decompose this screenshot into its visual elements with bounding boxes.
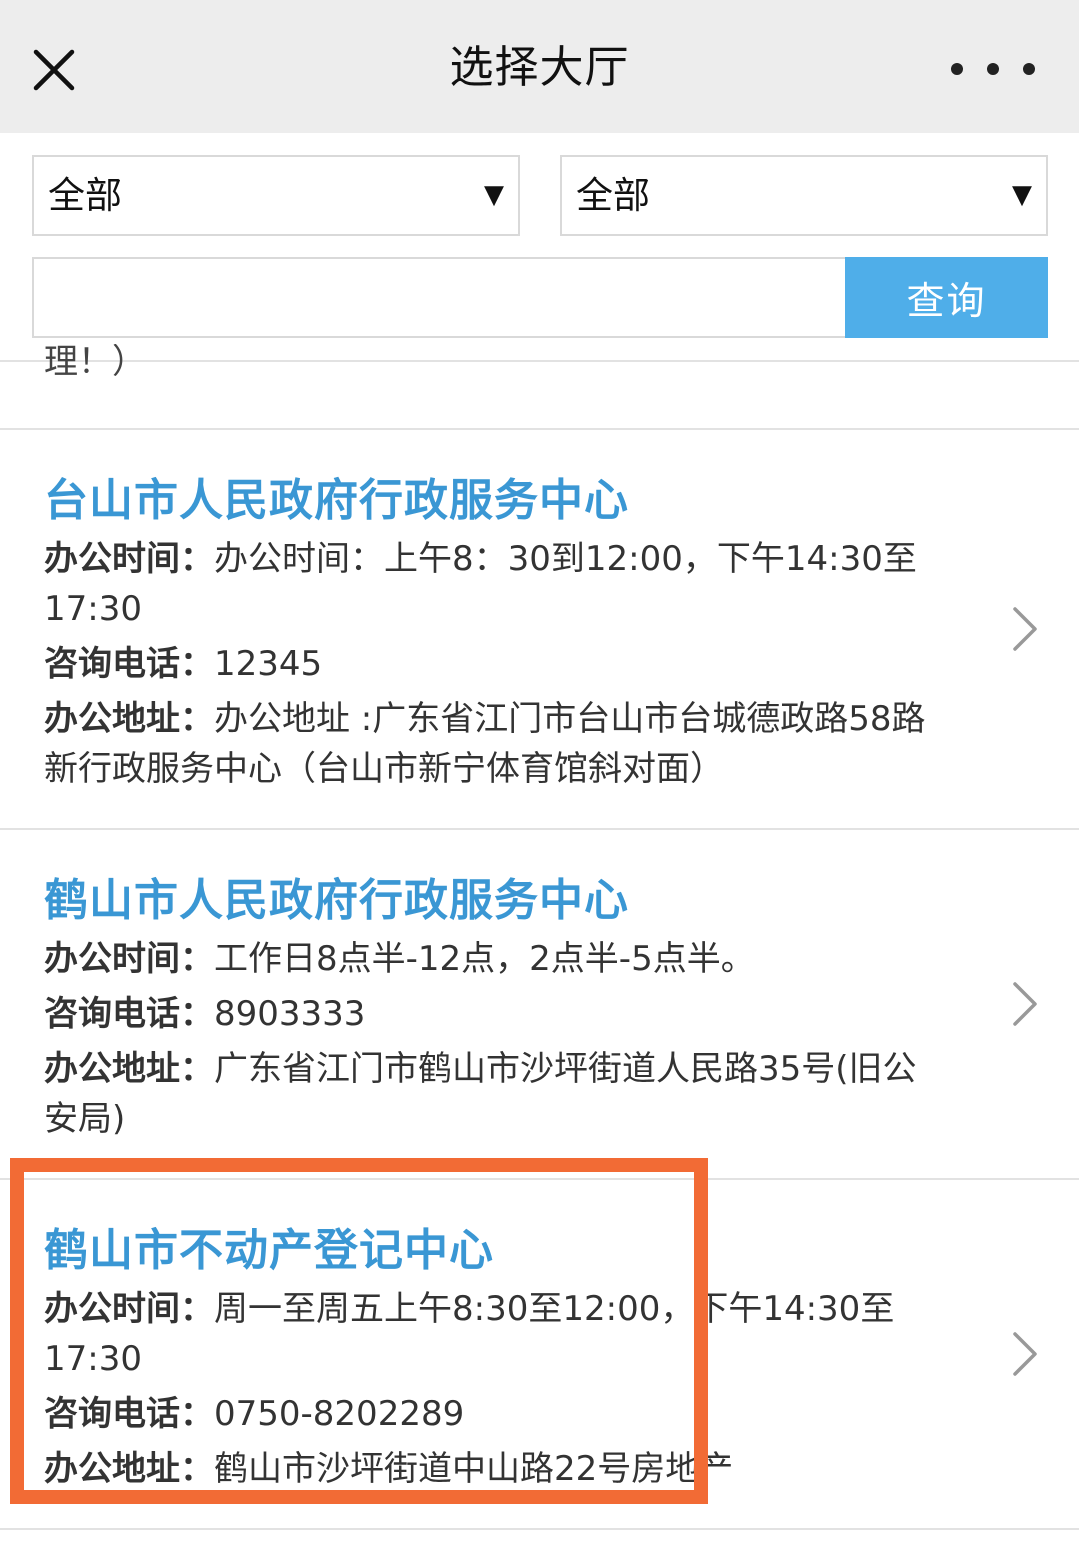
phone-label: 咨询电话： xyxy=(44,1394,214,1434)
phone-value: 12345 xyxy=(214,644,323,684)
dropdown-arrow-icon: ▼ xyxy=(1012,180,1032,210)
region-select[interactable]: 全部 ▼ xyxy=(32,155,520,236)
more-dot xyxy=(987,63,999,75)
hall-name: 鹤山市不动产登记中心 xyxy=(44,1225,494,1276)
page-title: 选择大厅 xyxy=(449,42,630,93)
category-select[interactable]: 全部 ▼ xyxy=(560,155,1048,236)
hall-hours: 办公时间：办公时间：上午8：30到12:00，下午14:30至17:30 xyxy=(44,534,944,634)
address-label: 办公地址： xyxy=(44,1049,214,1089)
divider xyxy=(0,360,1079,362)
address-label: 办公地址： xyxy=(44,1449,214,1489)
hall-hours: 办公时间：周一至周五上午8:30至12:00，下午14:30至17:30 xyxy=(44,1284,944,1384)
search-button[interactable]: 查询 xyxy=(845,257,1048,338)
hall-address: 办公地址：鹤山市沙坪街道中山路22号房地产 xyxy=(44,1444,944,1494)
hours-label: 办公时间： xyxy=(44,539,214,579)
hall-hours: 办公时间：工作日8点半-12点，2点半-5点半。 xyxy=(44,934,944,984)
hall-address: 办公地址：办公地址 :广东省江门市台山市台城德政路58路新行政服务中心（台山市新… xyxy=(44,694,944,794)
hall-phone: 咨询电话：12345 xyxy=(44,639,944,689)
address-label: 办公地址： xyxy=(44,699,214,739)
region-select-value: 全部 xyxy=(48,174,122,217)
phone-value: 8903333 xyxy=(214,994,366,1034)
more-icon[interactable] xyxy=(951,56,1035,82)
partial-item-text: 理！） xyxy=(44,344,146,382)
more-dot xyxy=(1023,63,1035,75)
hall-phone: 咨询电话：8903333 xyxy=(44,989,944,1039)
chevron-right-icon xyxy=(1013,607,1037,651)
dropdown-arrow-icon: ▼ xyxy=(484,180,504,210)
category-select-value: 全部 xyxy=(576,174,650,217)
divider xyxy=(0,1528,1079,1530)
hours-label: 办公时间： xyxy=(44,939,214,979)
hall-name: 台山市人民政府行政服务中心 xyxy=(44,475,629,526)
hours-value: 工作日8点半-12点，2点半-5点半。 xyxy=(214,939,755,979)
hall-list-item[interactable]: 台山市人民政府行政服务中心 办公时间：办公时间：上午8：30到12:00，下午1… xyxy=(0,430,1079,828)
hall-list-item[interactable]: 鹤山市人民政府行政服务中心 办公时间：工作日8点半-12点，2点半-5点半。 咨… xyxy=(0,830,1079,1178)
navbar: 选择大厅 xyxy=(0,0,1079,133)
chevron-right-icon xyxy=(1013,1332,1037,1376)
list-item-partial[interactable]: 理！） xyxy=(44,344,146,388)
phone-label: 咨询电话： xyxy=(44,644,214,684)
hall-address: 办公地址：广东省江门市鹤山市沙坪街道人民路35号(旧公安局) xyxy=(44,1044,944,1144)
address-value: 鹤山市沙坪街道中山路22号房地产 xyxy=(214,1449,734,1489)
phone-value: 0750-8202289 xyxy=(214,1394,465,1434)
hours-label: 办公时间： xyxy=(44,1289,214,1329)
hall-phone: 咨询电话：0750-8202289 xyxy=(44,1389,944,1439)
phone-label: 咨询电话： xyxy=(44,994,214,1034)
search-input[interactable] xyxy=(32,257,848,338)
hall-name: 鹤山市人民政府行政服务中心 xyxy=(44,875,629,926)
chevron-right-icon xyxy=(1013,982,1037,1026)
hall-list-item[interactable]: 鹤山市不动产登记中心 办公时间：周一至周五上午8:30至12:00，下午14:3… xyxy=(0,1180,1079,1528)
more-dot xyxy=(951,63,963,75)
